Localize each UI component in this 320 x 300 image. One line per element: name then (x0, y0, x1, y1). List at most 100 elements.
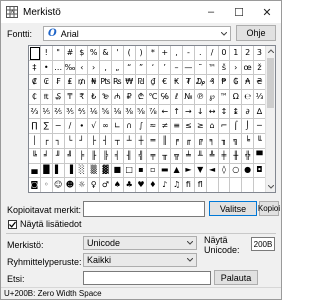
character-cell[interactable]: ’ (159, 60, 172, 76)
character-cell[interactable]: ┐ (52, 134, 65, 149)
character-cell[interactable]: ⅔ (29, 104, 41, 120)
copy-characters-input[interactable] (83, 201, 205, 217)
character-cell[interactable]: ╧ (182, 148, 195, 164)
maximize-button[interactable]: ☐ (225, 1, 253, 23)
character-cell[interactable]: ₰ (206, 75, 219, 91)
character-cell[interactable]: ┴ (123, 134, 136, 149)
character-cell[interactable]: œ (242, 60, 255, 76)
character-cell[interactable]: ♫ (171, 178, 183, 192)
character-cell[interactable]: − (52, 119, 65, 135)
character-cell[interactable]: ≠ (159, 119, 172, 135)
character-cell[interactable]: ℃ (147, 90, 160, 105)
character-cell[interactable]: ∕ (64, 119, 77, 135)
character-cell[interactable]: ◦ (40, 178, 53, 192)
character-cell[interactable]: — (182, 60, 195, 76)
character-cell[interactable]: . (194, 46, 207, 61)
help-button[interactable]: Ohje (236, 25, 276, 41)
character-cell[interactable]: ⅕ (40, 104, 53, 120)
character-cell[interactable]: ⌂ (206, 119, 219, 135)
character-cell[interactable]: ∙ (76, 119, 89, 135)
character-cell[interactable]: ₡ (29, 75, 41, 91)
character-cell[interactable]: ₫ (147, 75, 160, 91)
character-cell[interactable]: └ (64, 134, 77, 149)
character-cell[interactable]: ₧ (100, 75, 112, 91)
character-cell[interactable]: ₸ (64, 90, 77, 105)
character-cell[interactable]: № (182, 90, 195, 105)
character-cell[interactable]: " (52, 46, 65, 61)
character-cell[interactable]: ﬁ (182, 178, 195, 192)
character-cell[interactable]: ♦ (147, 178, 160, 192)
scroll-thumb[interactable] (267, 58, 274, 108)
character-cell[interactable]: / (206, 46, 219, 61)
character-cell[interactable]: ┬ (111, 134, 124, 149)
character-cell[interactable]: ├ (88, 134, 101, 149)
character-cell[interactable]: □ (123, 163, 136, 179)
character-cell[interactable]: ₳ (242, 75, 255, 91)
character-cell[interactable]: ╓ (182, 134, 195, 149)
character-cell[interactable]: ◄ (206, 163, 219, 179)
character-cell[interactable]: ∩ (123, 119, 136, 135)
character-cell[interactable]: ₪ (135, 75, 148, 91)
goto-unicode-input[interactable]: 200B (251, 237, 275, 251)
character-cell[interactable]: ▼ (194, 163, 207, 179)
character-cell[interactable]: ₹ (76, 90, 89, 105)
character-cell[interactable]: ╪ (218, 148, 231, 164)
character-cell[interactable]: ∫ (135, 119, 148, 135)
character-cell[interactable]: ) (135, 46, 148, 61)
character-cell[interactable]: ► (182, 163, 195, 179)
minimize-button[interactable]: – (197, 1, 225, 23)
character-cell[interactable]: ╛ (40, 148, 53, 164)
copy-button[interactable]: Kopioi (258, 201, 280, 216)
character-cell[interactable]: ☺ (52, 178, 65, 192)
character-cell[interactable]: š (218, 60, 231, 76)
character-cell[interactable]: ₣ (52, 75, 65, 91)
character-cell[interactable]: █ (40, 163, 53, 179)
character-cell[interactable]: ≥ (194, 119, 207, 135)
character-cell[interactable]: ℅ (159, 90, 172, 105)
character-cell[interactable]: ⅘ (76, 104, 89, 120)
character-cell[interactable]: ║ (159, 134, 172, 149)
character-cell[interactable]: ╠ (100, 148, 112, 164)
character-cell[interactable]: ↔ (206, 104, 219, 120)
character-cell[interactable]: ₻ (100, 90, 112, 105)
character-cell[interactable]: ● (242, 163, 255, 179)
character-cell[interactable]: ▐ (64, 163, 77, 179)
character-cell[interactable]: → (182, 104, 195, 120)
character-cell[interactable]: … (52, 60, 65, 76)
character-cell[interactable]: ℓ (171, 90, 183, 105)
character-cell[interactable]: – (171, 60, 183, 76)
character-cell[interactable]: ♀ (88, 178, 101, 192)
character-cell[interactable]: ▒ (88, 163, 101, 179)
character-cell[interactable]: ₶ (40, 90, 53, 105)
character-cell[interactable]: ▌ (52, 163, 65, 179)
character-cell[interactable]: ∟ (111, 119, 124, 135)
character-cell[interactable]: ↓ (194, 104, 207, 120)
character-cell[interactable]: ₥ (76, 75, 89, 91)
character-cell[interactable]: ╩ (206, 148, 219, 164)
character-cell[interactable]: ♣ (123, 178, 136, 192)
character-cell[interactable]: ₲ (230, 75, 243, 91)
character-cell[interactable]: ⅛ (111, 104, 124, 120)
charset-select[interactable]: Unicode (83, 236, 197, 250)
character-cell[interactable]: ™ (206, 60, 219, 76)
character-cell[interactable]: ╒ (171, 134, 183, 149)
character-cell[interactable]: 1 (230, 46, 243, 61)
character-cell[interactable]: ╜ (52, 148, 65, 164)
character-cell[interactable]: ╗ (230, 134, 243, 149)
character-cell[interactable]: ₽ (123, 90, 136, 105)
character-cell[interactable]: ⌡ (242, 119, 255, 135)
character-cell[interactable]: ═ (147, 134, 160, 149)
character-cell[interactable]: ˜ (194, 60, 207, 76)
character-cell[interactable]: ⌐ (218, 119, 231, 135)
character-cell[interactable]: ⅙ (88, 104, 101, 120)
character-cell[interactable]: ‚ (100, 60, 112, 76)
font-select[interactable]: O Arial (43, 26, 231, 41)
character-cell[interactable]: ≈ (147, 119, 160, 135)
character-cell[interactable]: ≤ (182, 119, 195, 135)
character-cell[interactable]: • (40, 60, 53, 76)
character-cell[interactable]: ♠ (111, 178, 124, 192)
character-cell[interactable]: ○ (230, 163, 243, 179)
character-cell[interactable]: ₮ (182, 75, 195, 91)
character-cell[interactable]: ⌠ (230, 119, 243, 135)
character-cell[interactable]: ” (135, 60, 148, 76)
